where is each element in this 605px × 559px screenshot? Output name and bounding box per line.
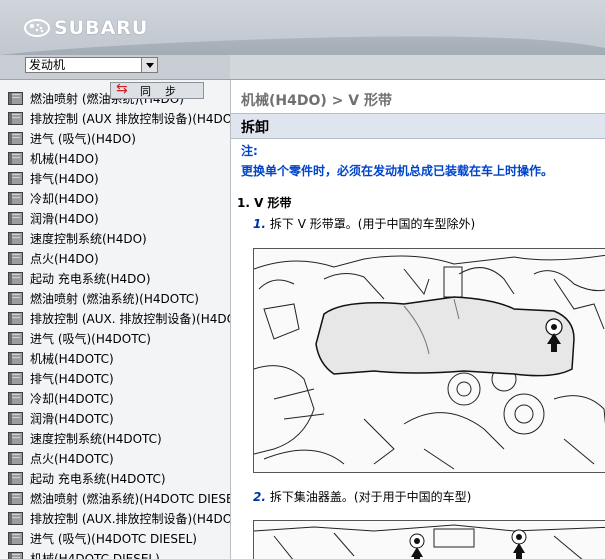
book-icon [8,452,23,465]
sidebar-tree-item[interactable]: 机械(H4DOTC DIESEL) [8,548,230,559]
sidebar-item-label: 排放控制 (AUX 排放控制设备)(H4DO) [30,111,231,126]
sidebar-item-label: 排放控制 (AUX.排放控制设备)(H4DOTC DIESEL) [30,511,231,526]
subaru-logo: SUBARU [24,17,148,39]
book-icon [8,152,23,165]
step-text: 拆下 V 形带罩。(用于中国的车型除外) [269,217,476,231]
sync-arrows-icon [116,81,132,97]
sidebar-item-label: 起动 充电系统(H4DOTC) [30,471,166,486]
sidebar-item-label: 进气 (吸气)(H4DO) [30,131,136,146]
book-icon [8,212,23,225]
book-icon [8,232,23,245]
chevron-down-icon[interactable] [141,58,157,72]
step-2: 2. 拆下集油器盖。(对于用于中国的车型) [253,488,471,505]
app-header: SUBARU [0,0,605,55]
book-icon [8,432,23,445]
book-icon [8,272,23,285]
sidebar-tree-item[interactable]: 机械(H4DO) [8,148,230,168]
book-icon [8,112,23,125]
subaru-stars-icon [24,19,50,37]
sidebar-item-label: 机械(H4DO) [30,151,99,166]
sidebar-tree-item[interactable]: 燃油喷射 (燃油系统)(H4DOTC DIESEL) [8,488,230,508]
book-icon [8,552,23,559]
note-text: 更换单个零件时，必须在发动机总成已装载在车上时操作。 [241,164,554,178]
sidebar-item-label: 进气 (吸气)(H4DOTC) [30,331,151,346]
sidebar-item-label: 机械(H4DOTC DIESEL) [30,551,160,559]
sidebar-tree-item[interactable]: 起动 充电系统(H4DOTC) [8,468,230,488]
book-icon [8,472,23,485]
sidebar-tree-item[interactable]: 排放控制 (AUX 排放控制设备)(H4DO) [8,108,230,128]
sidebar-tree-item[interactable]: 进气 (吸气)(H4DOTC) [8,328,230,348]
book-icon [8,372,23,385]
brand-name: SUBARU [54,17,149,39]
book-icon [8,532,23,545]
sidebar-item-label: 燃油喷射 (燃油系统)(H4DOTC) [30,291,199,306]
engine-diagram-1 [254,254,605,470]
book-icon [8,312,23,325]
category-select-value: 发动机 [29,58,66,72]
note-label: 注: [241,144,258,158]
sidebar-item-label: 速度控制系统(H4DO) [30,231,147,246]
sidebar-item-label: 点火(H4DO) [30,251,99,266]
sidebar-item-label: 润滑(H4DO) [30,211,99,226]
figure-oil-collector-cover [253,520,605,559]
category-select[interactable]: 发动机 [25,57,158,73]
book-icon [8,252,23,265]
section-title: 拆卸 [241,120,269,136]
engine-diagram-2 [254,524,605,559]
step-number: 1. [253,217,266,231]
book-icon [8,412,23,425]
sidebar-tree-item[interactable]: 机械(H4DOTC) [8,348,230,368]
sidebar-tree-item[interactable]: 点火(H4DOTC) [8,448,230,468]
sync-button[interactable]: 同步 [110,81,204,99]
breadcrumb: 机械(H4DO) > V 形带 [241,93,392,109]
sidebar-item-label: 点火(H4DOTC) [30,451,114,466]
sidebar-item-label: 冷却(H4DOTC) [30,391,114,406]
sidebar-item-label: 机械(H4DOTC) [30,351,114,366]
sidebar-item-label: 排气(H4DOTC) [30,371,114,386]
section-header: 拆卸 [231,113,605,139]
sidebar-item-label: 排气(H4DO) [30,171,99,186]
sidebar-tree-item[interactable]: 点火(H4DO) [8,248,230,268]
sidebar-tree-item[interactable]: 速度控制系统(H4DO) [8,228,230,248]
toolbar-band-right [230,55,605,79]
sidebar-tree-item[interactable]: 进气 (吸气)(H4DO) [8,128,230,148]
figure-v-belt-cover [253,248,605,473]
sidebar-tree-item[interactable]: 润滑(H4DO) [8,208,230,228]
sync-button-label: 同步 [140,84,190,98]
book-icon [8,492,23,505]
book-icon [8,292,23,305]
main-content: 机械(H4DO) > V 形带 拆卸 注: 更换单个零件时，必须在发动机总成已装… [231,80,605,559]
book-icon [8,332,23,345]
sidebar-tree-item[interactable]: 润滑(H4DOTC) [8,408,230,428]
sidebar-item-label: 起动 充电系统(H4DO) [30,271,151,286]
sidebar-tree[interactable]: 燃油喷射 (燃油系统)(H4DO) 排放控制 (AUX 排放控制设备)(H4DO)… [0,80,231,559]
sidebar-tree-item[interactable]: 速度控制系统(H4DOTC) [8,428,230,448]
book-icon [8,132,23,145]
sidebar-item-label: 排放控制 (AUX. 排放控制设备)(H4DOTC) [30,311,230,326]
sidebar-tree-item[interactable]: 排放控制 (AUX.排放控制设备)(H4DOTC DIESEL) [8,508,230,528]
book-icon [8,172,23,185]
sidebar-item-label: 润滑(H4DOTC) [30,411,114,426]
sidebar-tree-item[interactable]: 进气 (吸气)(H4DOTC DIESEL) [8,528,230,548]
step-number: 2. [253,490,266,504]
procedure-heading: 1. V 形带 [237,196,292,210]
sidebar-tree-item[interactable]: 燃油喷射 (燃油系统)(H4DOTC) [8,288,230,308]
sidebar-tree-item[interactable]: 起动 充电系统(H4DO) [8,268,230,288]
sidebar-item-label: 速度控制系统(H4DOTC) [30,431,162,446]
book-icon [8,92,23,105]
sidebar-tree-item[interactable]: 排气(H4DO) [8,168,230,188]
sidebar-item-label: 进气 (吸气)(H4DOTC DIESEL) [30,531,197,546]
sidebar-item-label: 冷却(H4DO) [30,191,99,206]
sidebar-tree-item[interactable]: 排放控制 (AUX. 排放控制设备)(H4DOTC) [8,308,230,328]
sidebar-tree-item[interactable]: 排气(H4DOTC) [8,368,230,388]
step-1: 1. 拆下 V 形带罩。(用于中国的车型除外) [253,215,475,232]
sidebar-item-label: 燃油喷射 (燃油系统)(H4DOTC DIESEL) [30,491,231,506]
sidebar-tree-item[interactable]: 冷却(H4DO) [8,188,230,208]
book-icon [8,512,23,525]
book-icon [8,192,23,205]
step-text: 拆下集油器盖。(对于用于中国的车型) [269,490,472,504]
sidebar-tree-item[interactable]: 冷却(H4DOTC) [8,388,230,408]
book-icon [8,392,23,405]
book-icon [8,352,23,365]
